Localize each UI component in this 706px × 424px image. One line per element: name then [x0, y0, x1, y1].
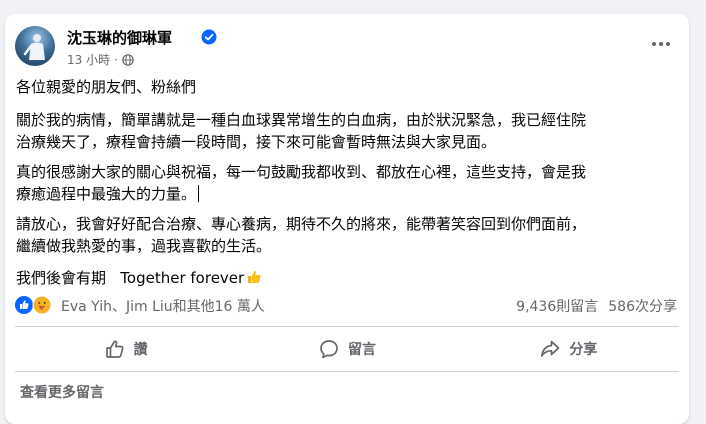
meta-separator: ·	[114, 52, 118, 67]
page-name[interactable]: 沈玉琳的御琳軍	[67, 27, 172, 48]
verified-badge-icon	[201, 29, 217, 45]
reaction-icons[interactable]	[15, 295, 53, 315]
post-time[interactable]: 13 小時	[67, 51, 110, 68]
post-closing-line: 我們後會有期 Together forever	[16, 267, 262, 289]
post-line: 治療幾天了，療程會持續一段時間，接下來可能會暫時無法與大家見面。	[16, 133, 497, 151]
thumbs-up-icon	[105, 340, 124, 358]
view-more-comments[interactable]: 查看更多留言	[20, 382, 104, 402]
post-line: 繼續做我熱愛的事，過我喜歡的生活。	[16, 237, 272, 255]
like-reaction-icon	[15, 296, 33, 314]
more-options-button[interactable]	[647, 30, 675, 58]
action-bar: 讚 留言 分享	[15, 331, 679, 367]
post-stats: Eva Yih、Jim Liu和其他16 萬人 9,436則留言 586次分享	[15, 292, 679, 320]
globe-icon	[122, 53, 134, 66]
comment-icon	[320, 340, 338, 359]
post-line: 真的很感謝大家的關心與祝福，每一句鼓勵我都收到、都放在心裡，這些支持，會是我	[16, 163, 587, 181]
actions-divider	[15, 371, 679, 372]
comment-count[interactable]: 9,436則留言	[516, 296, 598, 316]
share-button[interactable]: 分享	[458, 331, 679, 367]
post-line-with-caret: 療癒過程中最強大的力量。	[16, 183, 200, 205]
post-greeting: 各位親愛的朋友們、粉絲們	[16, 78, 197, 96]
thumbs-up-emoji	[248, 270, 261, 283]
comment-label: 留言	[347, 342, 376, 358]
like-button[interactable]: 讚	[15, 331, 236, 367]
page-avatar[interactable]	[15, 26, 55, 66]
more-options-icon	[652, 42, 670, 46]
stats-divider	[15, 326, 679, 327]
post-card: 沈玉琳的御琳軍 13 小時 · 各位親愛的朋友們、粉絲們 關於我的病情，簡單講就…	[5, 14, 689, 424]
post-line: 請放心，我會好好配合治療、專心養病，期待不久的將來，能帶著笑容回到你們面前，	[16, 215, 587, 233]
reactors-text[interactable]: Eva Yih、Jim Liu和其他16 萬人	[61, 296, 265, 316]
post-header: 沈玉琳的御琳軍 13 小時 ·	[15, 24, 679, 70]
post-line: 關於我的病情，簡單講就是一種白血球異常增生的白血病，由於狀況緊急，我已經住院	[16, 111, 587, 129]
share-count[interactable]: 586次分享	[608, 296, 677, 316]
engagement-counts: 9,436則留言 586次分享	[516, 296, 677, 316]
comment-button[interactable]: 留言	[236, 331, 457, 367]
post-meta: 13 小時 ·	[67, 51, 134, 68]
share-label: 分享	[569, 342, 598, 358]
text-caret	[198, 185, 200, 202]
care-reaction-icon	[32, 295, 52, 315]
share-icon	[541, 340, 560, 357]
post-closing: 我們後會有期 Together forever	[16, 269, 245, 287]
post-line: 療癒過程中最強大的力量。	[16, 185, 197, 203]
avatar-figure-icon	[23, 34, 45, 60]
like-label: 讚	[133, 342, 148, 358]
